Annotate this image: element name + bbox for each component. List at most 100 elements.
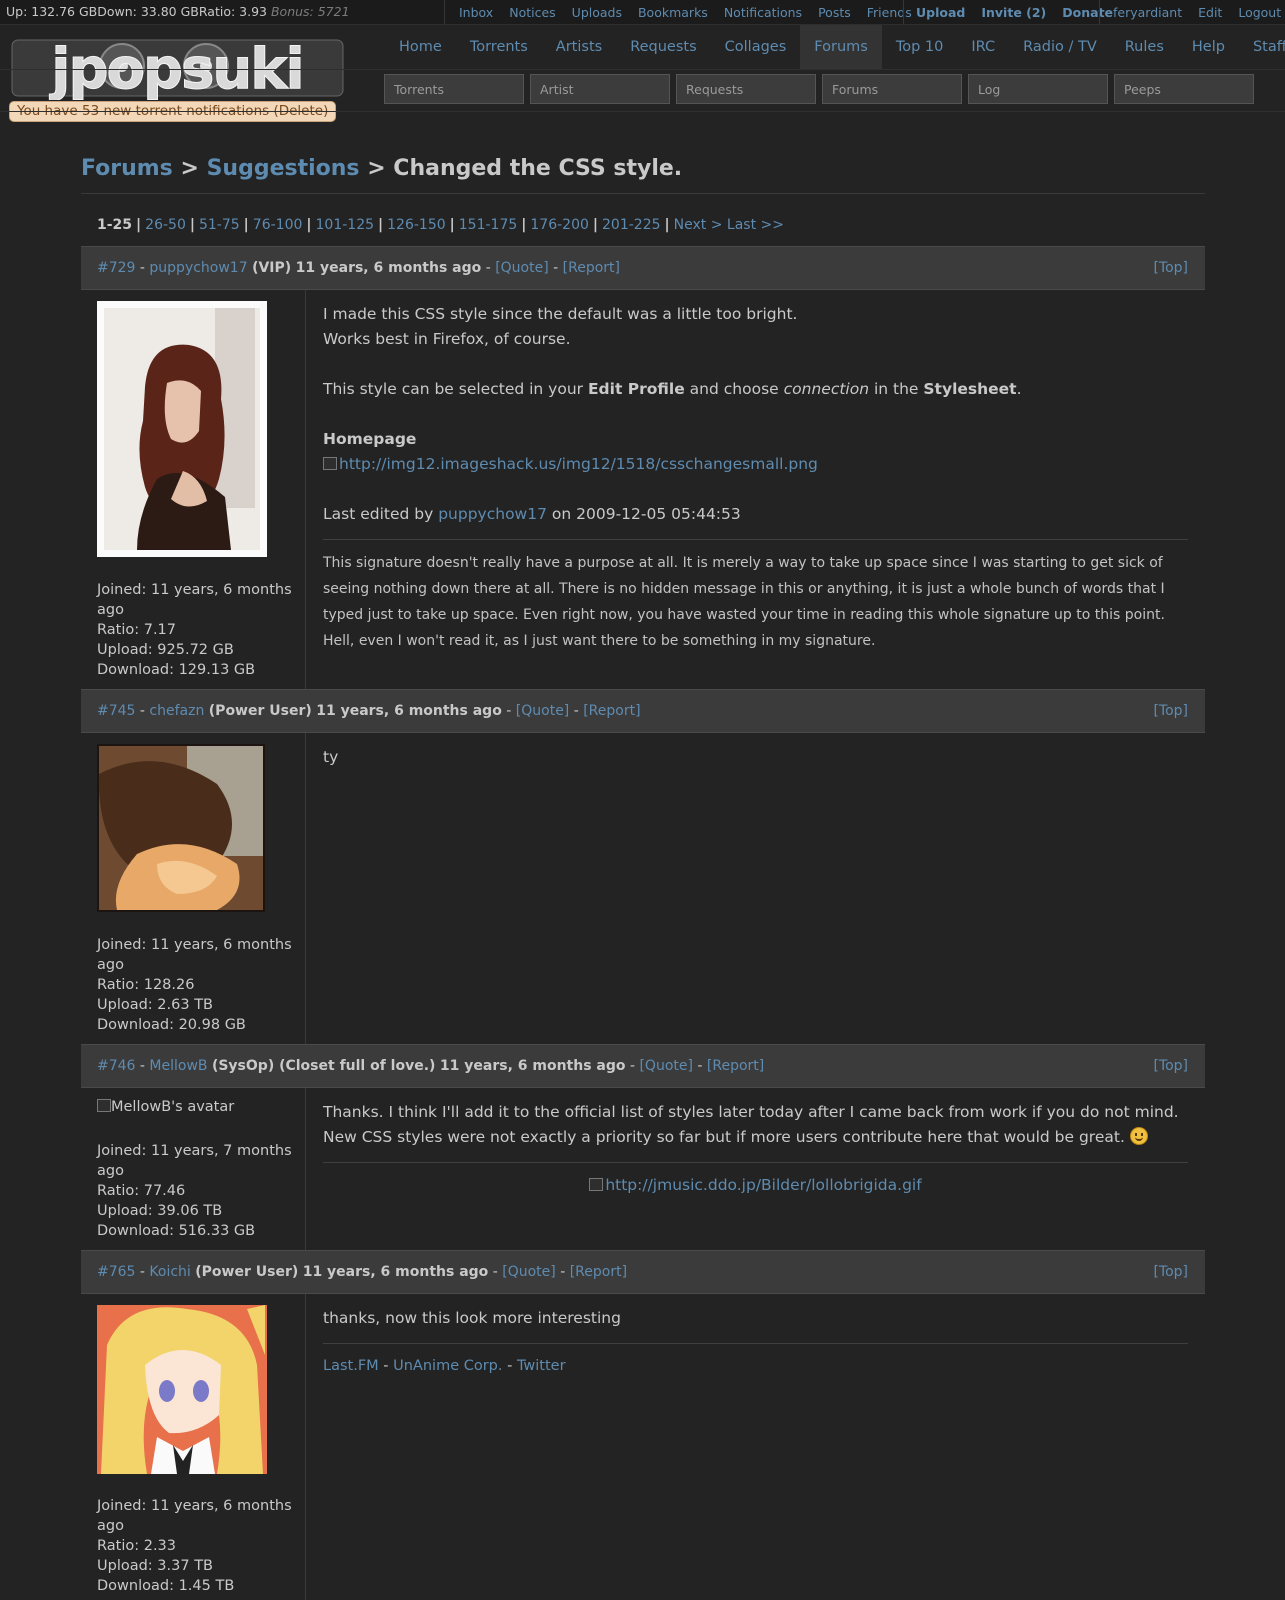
post-time: 11 years, 6 months ago bbox=[295, 260, 482, 276]
page-link[interactable]: 126-150 bbox=[387, 217, 446, 233]
post-author-link[interactable]: Koichi bbox=[149, 1264, 190, 1280]
search-artist-input[interactable] bbox=[530, 74, 670, 104]
search-peeps-input[interactable] bbox=[1114, 74, 1254, 104]
notifications-link[interactable]: Notifications bbox=[724, 5, 802, 20]
username-link[interactable]: feryardiant bbox=[1113, 5, 1182, 20]
bonus-stat[interactable]: Bonus: 5721 bbox=[271, 4, 350, 19]
logout-link[interactable]: Logout bbox=[1238, 5, 1281, 20]
friends-link[interactable]: Friends bbox=[867, 5, 912, 20]
search-forums-input[interactable] bbox=[822, 74, 962, 104]
search-bar bbox=[384, 74, 1260, 104]
forum-post: #746 - MellowB (SysOp) (Closet full of l… bbox=[81, 1044, 1205, 1250]
broken-image-link[interactable]: http://jmusic.ddo.jp/Bilder/lollobrigida… bbox=[589, 1176, 922, 1194]
page-last-link[interactable]: Last >> bbox=[727, 217, 784, 233]
user-stats: Joined: 11 years, 6 months ago Ratio: 2.… bbox=[97, 1496, 297, 1596]
post-body: Thanks. I think I'll add it to the offic… bbox=[323, 1100, 1188, 1198]
page-link[interactable]: 51-75 bbox=[199, 217, 240, 233]
post-author-link[interactable]: puppychow17 bbox=[149, 260, 247, 276]
user-stats: Up: 132.76 GBDown: 33.80 GBRatio: 3.93 B… bbox=[6, 4, 350, 19]
post-body: thanks, now this look more interesting L… bbox=[323, 1306, 1188, 1379]
top-link[interactable]: [Top] bbox=[1153, 1264, 1188, 1280]
quote-button[interactable]: [Quote] bbox=[502, 1264, 555, 1280]
top-link[interactable]: [Top] bbox=[1153, 1058, 1188, 1074]
page-link[interactable]: 151-175 bbox=[459, 217, 518, 233]
post-text: I made this CSS style since the default … bbox=[323, 305, 798, 323]
post-id-link[interactable]: #729 bbox=[97, 260, 135, 276]
last-edited: Last edited by puppychow17 on 2009-12-05… bbox=[323, 505, 741, 523]
page-next-link[interactable]: Next > bbox=[674, 217, 723, 233]
nav-staff[interactable]: Staff bbox=[1239, 25, 1285, 69]
site-logo[interactable]: jpopsuki bbox=[10, 36, 345, 100]
search-torrents-input[interactable] bbox=[384, 74, 524, 104]
user-class: (SysOp) (Closet full of love.) bbox=[211, 1058, 436, 1074]
nav-top10[interactable]: Top 10 bbox=[882, 25, 958, 69]
nav-forums[interactable]: Forums bbox=[800, 25, 882, 69]
nav-irc[interactable]: IRC bbox=[957, 25, 1009, 69]
unanime-link[interactable]: UnAnime Corp. bbox=[393, 1358, 502, 1374]
quote-button[interactable]: [Quote] bbox=[639, 1058, 692, 1074]
breadcrumb-separator: > bbox=[180, 156, 199, 181]
nav-rules[interactable]: Rules bbox=[1111, 25, 1178, 69]
quote-button[interactable]: [Quote] bbox=[516, 703, 569, 719]
forum-post: #729 - puppychow17 (VIP) 11 years, 6 mon… bbox=[81, 246, 1205, 689]
broken-image-link[interactable]: http://img12.imageshack.us/img12/1518/cs… bbox=[323, 452, 1188, 477]
post-author-link[interactable]: chefazn bbox=[149, 703, 204, 719]
divider bbox=[81, 193, 1205, 194]
search-log-input[interactable] bbox=[968, 74, 1108, 104]
user-download: Download: 129.13 GB bbox=[97, 662, 256, 678]
post-text: thanks, now this look more interesting bbox=[323, 1309, 621, 1327]
nav-requests[interactable]: Requests bbox=[616, 25, 710, 69]
nav-artists[interactable]: Artists bbox=[542, 25, 616, 69]
nav-help[interactable]: Help bbox=[1178, 25, 1239, 69]
lastfm-link[interactable]: Last.FM bbox=[323, 1358, 379, 1374]
editor-link[interactable]: puppychow17 bbox=[438, 505, 547, 523]
posts-link[interactable]: Posts bbox=[818, 5, 851, 20]
nav-home[interactable]: Home bbox=[385, 25, 456, 69]
search-requests-input[interactable] bbox=[676, 74, 816, 104]
upload-stat: Up: 132.76 GB bbox=[6, 4, 98, 19]
nav-radio-tv[interactable]: Radio / TV bbox=[1009, 25, 1111, 69]
user-class: (VIP) bbox=[252, 260, 292, 276]
upload-link[interactable]: Upload bbox=[916, 5, 965, 20]
donate-link[interactable]: Donate bbox=[1062, 5, 1113, 20]
page-link[interactable]: 76-100 bbox=[253, 217, 303, 233]
report-button[interactable]: [Report] bbox=[583, 703, 640, 719]
post-id-link[interactable]: #745 bbox=[97, 703, 135, 719]
divider bbox=[903, 0, 904, 24]
divider bbox=[1099, 0, 1100, 24]
nav-collages[interactable]: Collages bbox=[711, 25, 801, 69]
inbox-link[interactable]: Inbox bbox=[459, 5, 493, 20]
thread-title: Changed the CSS style. bbox=[393, 156, 683, 181]
broken-image-icon bbox=[97, 1099, 111, 1112]
top-link[interactable]: [Top] bbox=[1153, 703, 1188, 719]
top-link[interactable]: [Top] bbox=[1153, 260, 1188, 276]
post-id-link[interactable]: #765 bbox=[97, 1264, 135, 1280]
twitter-link[interactable]: Twitter bbox=[517, 1358, 566, 1374]
edit-profile-link[interactable]: Edit bbox=[1198, 5, 1222, 20]
user-download: Download: 1.45 TB bbox=[97, 1578, 235, 1594]
joined-date: Joined: 11 years, 6 months ago bbox=[97, 582, 292, 618]
breadcrumb-suggestions[interactable]: Suggestions bbox=[207, 156, 360, 181]
quote-button[interactable]: [Quote] bbox=[495, 260, 548, 276]
post-id-link[interactable]: #746 bbox=[97, 1058, 135, 1074]
invite-link[interactable]: Invite (2) bbox=[981, 5, 1046, 20]
page-link[interactable]: 176-200 bbox=[530, 217, 589, 233]
post-author-link[interactable]: MellowB bbox=[149, 1058, 207, 1074]
notices-link[interactable]: Notices bbox=[509, 5, 555, 20]
post-header: #729 - puppychow17 (VIP) 11 years, 6 mon… bbox=[81, 246, 1205, 290]
action-links: Upload Invite (2) Donate bbox=[916, 0, 1129, 24]
download-stat: Down: 33.80 GB bbox=[97, 4, 199, 19]
report-button[interactable]: [Report] bbox=[563, 260, 620, 276]
page-link[interactable]: 101-125 bbox=[316, 217, 375, 233]
post-text: Thanks. I think I'll add it to the offic… bbox=[323, 1103, 1179, 1121]
uploads-link[interactable]: Uploads bbox=[572, 5, 622, 20]
page-link[interactable]: 26-50 bbox=[145, 217, 186, 233]
avatar: MellowB's avatar bbox=[97, 1099, 234, 1115]
breadcrumb-forums[interactable]: Forums bbox=[81, 156, 173, 181]
nav-torrents[interactable]: Torrents bbox=[456, 25, 542, 69]
page-link[interactable]: 201-225 bbox=[602, 217, 661, 233]
report-button[interactable]: [Report] bbox=[570, 1264, 627, 1280]
user-stats: Joined: 11 years, 6 months ago Ratio: 7.… bbox=[97, 580, 297, 680]
bookmarks-link[interactable]: Bookmarks bbox=[638, 5, 708, 20]
report-button[interactable]: [Report] bbox=[707, 1058, 764, 1074]
